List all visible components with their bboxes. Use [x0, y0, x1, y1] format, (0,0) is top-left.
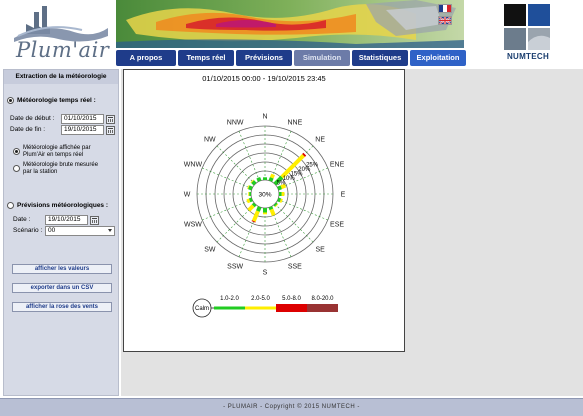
direction-label: W: [184, 192, 191, 199]
legend-swatch-1: [245, 306, 276, 310]
footer: - PLUMAIR - Copyright © 2015 NUMTECH -: [0, 398, 583, 416]
rose-bar-wsw-0: [248, 197, 253, 203]
forecast-date-input[interactable]: 19/10/2015: [45, 215, 88, 225]
rose-bar-ssw-0: [256, 206, 262, 212]
direction-label: SSE: [288, 264, 302, 271]
direction-label: SW: [204, 247, 216, 254]
direction-label: SSW: [227, 264, 243, 271]
direction-label: NE: [315, 136, 325, 143]
calendar-icon[interactable]: [106, 115, 115, 124]
legend-label-0: 1.0-2.0: [220, 296, 239, 302]
rose-bar-sse-0: [268, 206, 274, 211]
chevron-down-icon: [108, 229, 112, 232]
end-date-input[interactable]: 19/10/2015: [61, 125, 104, 135]
nav-statistiques[interactable]: Statistiques: [352, 50, 408, 66]
opt-plumair-line1: Météorologie affichée par: [23, 145, 91, 151]
legend-swatch-0: [214, 306, 245, 310]
opt-station-radio[interactable]: [13, 165, 20, 172]
logo-text: Plum'air: [16, 38, 110, 62]
windrose-chart: 01/10/2015 00:00 - 19/10/2015 23:45 N NNE…: [184, 74, 346, 318]
show-values-button[interactable]: afficher les valeurs: [12, 264, 112, 274]
rose-bar-ese-0: [277, 197, 282, 203]
direction-label: E: [341, 192, 346, 199]
direction-label: N: [262, 114, 267, 121]
scenario-select[interactable]: 00: [45, 226, 115, 236]
realtime-label: Météorologie temps réel :: [17, 97, 96, 104]
rose-bar-nne-0: [268, 176, 274, 182]
sidebar: Extraction de la météorologie Météorolog…: [3, 69, 119, 396]
rose-bar-wsw-1: [246, 198, 251, 204]
forecast-radio[interactable]: [7, 202, 14, 209]
numtech-text: NUMTECH: [506, 52, 550, 61]
legend-label-1: 2.0-5.0: [251, 296, 270, 302]
direction-label: NW: [204, 136, 216, 143]
opt-station-line2: par la station: [23, 169, 58, 175]
rose-bar-sw-0: [251, 202, 257, 208]
rose-bar-nw-1: [250, 179, 254, 183]
numtech-squares-icon: [504, 4, 550, 50]
direction-label: S: [263, 270, 268, 277]
flag-uk-icon[interactable]: [438, 16, 452, 25]
flag-fr-icon[interactable]: [438, 4, 452, 13]
windrose-panel: 01/10/2015 00:00 - 19/10/2015 23:45 N NNE…: [123, 69, 405, 352]
legend-label-2: 5.0-8.0: [282, 296, 301, 302]
rose-bar-nne-1: [269, 173, 275, 179]
calendar-icon[interactable]: [90, 216, 99, 225]
language-flags: [438, 4, 454, 34]
rose-bar-nnw-0: [256, 176, 262, 182]
chart-title: 01/10/2015 00:00 - 19/10/2015 23:45: [202, 74, 325, 83]
scenario-label: Scénario :: [13, 227, 43, 234]
direction-label: SE: [315, 247, 325, 254]
opt-station-line1: Météorologie brute mesurée: [23, 162, 99, 168]
app-window: Plum'air NUMTECH A propos Temps réel Pré…: [0, 0, 583, 416]
direction-label: ENE: [330, 162, 345, 169]
ring-label: 25%: [306, 163, 319, 169]
legend-swatch-3: [307, 304, 338, 312]
banner-image: [116, 0, 464, 48]
start-date-label: Date de début :: [10, 115, 55, 122]
nav-simulation[interactable]: Simulation: [294, 50, 350, 66]
nav-exploitation[interactable]: Exploitation: [410, 50, 466, 66]
direction-label: WNW: [184, 162, 203, 169]
calm-center-label: 30%: [258, 192, 271, 199]
opt-plumair-radio[interactable]: [13, 148, 20, 155]
main-content: 01/10/2015 00:00 - 19/10/2015 23:45 N NNE…: [121, 69, 583, 396]
legend-label-3: 8.0-20.0: [311, 296, 334, 302]
sidebar-title: Extraction de la météorologie: [4, 70, 118, 84]
nav-a-propos[interactable]: A propos: [116, 50, 176, 66]
rose-bar-ne-2: [302, 152, 307, 157]
show-windrose-button[interactable]: afficher la rose des vents: [12, 302, 112, 312]
direction-label: ESE: [330, 221, 344, 228]
forecast-date-label: Date :: [13, 216, 31, 223]
plumair-logo[interactable]: Plum'air: [4, 2, 112, 66]
forecast-label: Prévisions météorologiques :: [17, 202, 109, 209]
opt-plumair-line2: Plum'Air en temps réel: [23, 152, 84, 158]
calendar-icon[interactable]: [106, 126, 115, 135]
rose-bar-sse-1: [269, 208, 276, 217]
nav-previsions[interactable]: Prévisions: [236, 50, 292, 66]
rose-bar-sw-1: [247, 204, 255, 212]
rose-bar-wnw-0: [247, 185, 253, 191]
nav-temps-reel[interactable]: Temps réel: [178, 50, 234, 66]
direction-label: NNW: [227, 119, 244, 126]
header: Plum'air NUMTECH A propos Temps réel Pré…: [0, 0, 583, 68]
legend-swatch-2: [276, 304, 307, 312]
direction-label: NNE: [287, 119, 302, 126]
rose-bar-ese-1: [279, 198, 283, 203]
direction-label: WSW: [184, 221, 202, 228]
rose-bar-ssw-1: [251, 210, 260, 222]
end-date-label: Date de fin :: [10, 126, 46, 133]
legend-calm-label: Calm: [195, 306, 209, 312]
rose-bar-nw-0: [251, 180, 257, 186]
rose-bar-ene-0: [277, 185, 283, 191]
numtech-logo[interactable]: NUMTECH: [502, 2, 554, 64]
scenario-value: 00: [48, 227, 56, 234]
start-date-input[interactable]: 01/10/2015: [61, 114, 104, 124]
rose-bar-se-0: [273, 202, 278, 207]
rose-bar-se-1: [274, 203, 279, 208]
realtime-radio[interactable]: [7, 97, 14, 104]
export-csv-button[interactable]: exporter dans un CSV: [12, 283, 112, 293]
